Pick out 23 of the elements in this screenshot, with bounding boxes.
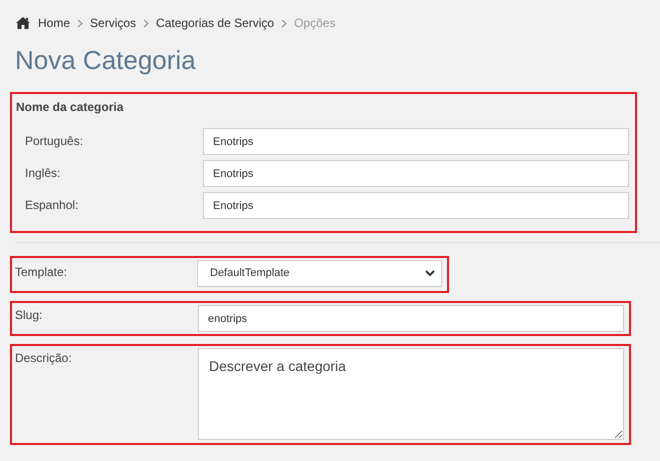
text-field[interactable]: Enotrips: [203, 128, 629, 155]
chevron-down-icon: [425, 270, 435, 277]
section-heading: Nome da categoria: [16, 99, 124, 116]
breadcrumb-link[interactable]: Categorias de Serviço: [156, 14, 274, 32]
chevron-icon: [281, 18, 288, 28]
chevron-icon: [77, 18, 84, 28]
field-label: Inglês:: [24, 165, 62, 182]
breadcrumb-current: Opções: [294, 15, 336, 32]
text-field[interactable]: Enotrips: [203, 160, 629, 187]
field-label: Português:: [24, 133, 84, 150]
page-title: Nova Categoria: [14, 44, 197, 76]
description-field[interactable]: Descrever a categoria: [198, 348, 624, 440]
text-field[interactable]: Enotrips: [203, 192, 629, 219]
slug-field[interactable]: enotrips: [198, 305, 624, 332]
home-icon: [16, 17, 30, 29]
breadcrumb-link[interactable]: Serviços: [90, 14, 136, 32]
field-label: Descrição:: [14, 350, 73, 367]
field-label: Slug:: [14, 307, 44, 324]
field-label: Espanhol:: [24, 197, 80, 214]
chevron-icon: [143, 18, 150, 28]
template-select[interactable]: DefaultTemplate: [197, 260, 442, 287]
breadcrumb-link[interactable]: Home: [38, 14, 70, 32]
field-label: Template:: [14, 264, 68, 281]
